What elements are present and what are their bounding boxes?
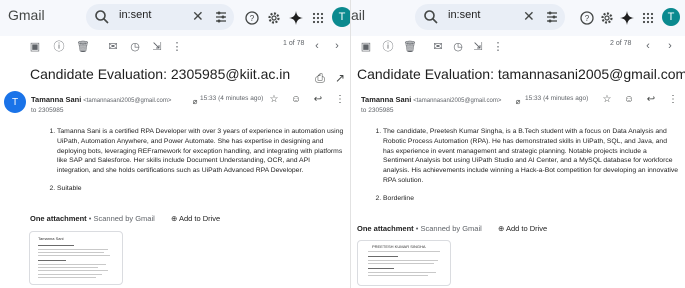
add-to-drive-icon[interactable]: ⊕ [498,224,504,233]
mark-unread-icon[interactable]: ✉ [431,39,445,53]
newer-chevron-icon[interactable]: ‹ [641,39,655,53]
pagination-text: 2 of 78 [610,40,632,47]
reply-icon[interactable]: ↩ [312,93,324,105]
recipient-line[interactable]: to 2305985 [361,107,394,114]
older-chevron-icon[interactable]: › [663,39,677,53]
message-more-icon[interactable]: ⋮ [334,93,346,105]
sender-line: Tamanna Sani <tamannasani2005@gmail.com> [31,95,171,104]
recipient-line[interactable]: to 2305985 [31,107,64,114]
sender-name: Tamanna Sani [31,95,82,104]
search-options-icon[interactable] [214,10,228,24]
report-spam-icon[interactable]: ⓘ [381,39,395,53]
more-options-icon[interactable]: ⋮ [170,39,184,53]
top-bar: Gmail in:sent ✕ ? T [0,0,350,36]
search-icon[interactable] [94,9,110,25]
email-time: 15:33 (4 minutes ago) [525,95,589,102]
sender-email: <tamannasani2005@gmail.com> [83,98,172,104]
help-icon[interactable]: ? [579,10,595,26]
snooze-icon[interactable]: ◷ [128,39,142,53]
snooze-icon[interactable]: ◷ [451,39,465,53]
search-options-icon[interactable] [545,10,559,24]
gmail-logo-text[interactable]: ail [351,7,365,23]
clear-search-icon[interactable]: ✕ [523,8,535,25]
evaluation-list: Tamanna Sani is a certified RPA Develope… [57,127,345,202]
delete-icon[interactable]: 🗑 [76,39,90,53]
email-pane-left: Gmail in:sent ✕ ? T ▣ ⓘ 🗑 ✉ ◷ ⇲ ⋮ 1 of 7… [0,0,350,288]
evaluation-list: The candidate, Preetesh Kumar Singha, is… [383,127,679,212]
add-to-drive-button[interactable]: Add to Drive [179,214,220,223]
emoji-reaction-icon[interactable]: ☺ [290,93,302,105]
settings-gear-icon[interactable] [266,10,282,26]
attachment-count: One attachment [30,214,87,223]
gmail-logo-text[interactable]: Gmail [8,7,45,23]
email-subject: Candidate Evaluation: tamannasani2005@gm… [357,66,685,82]
add-to-drive-button[interactable]: Add to Drive [506,224,547,233]
apps-grid-icon[interactable] [310,10,326,26]
list-item: Borderline [383,194,679,204]
account-avatar[interactable]: T [332,7,350,27]
star-icon[interactable]: ☆ [268,93,280,105]
sender-avatar: T [4,91,26,113]
search-icon[interactable] [423,9,439,25]
account-avatar[interactable]: T [662,8,680,26]
more-options-icon[interactable]: ⋮ [491,39,505,53]
pagination-text: 1 of 78 [283,40,305,47]
thumbnail-title: PREETESH KUMAR SINGHA [372,244,426,249]
email-time: 15:33 (4 minutes ago) [200,95,264,102]
top-bar: ail in:sent ✕ ? T [351,0,685,36]
message-toolbar: ▣ ⓘ 🗑 ✉ ◷ ⇲ ⋮ 1 of 78 ‹ › [0,36,350,56]
sender-name: Tamanna Sani [361,95,412,104]
attachment-thumbnail[interactable]: PREETESH KUMAR SINGHA [357,240,451,286]
emoji-reaction-icon[interactable]: ☺ [623,93,635,105]
attachment-thumbnail[interactable]: Tamanna Sani [29,231,123,285]
star-icon[interactable]: ☆ [601,93,613,105]
search-input[interactable]: in:sent [448,9,480,21]
open-new-window-icon[interactable]: ↗ [332,70,348,86]
older-chevron-icon[interactable]: › [330,39,344,53]
search-box[interactable]: in:sent ✕ [86,4,234,30]
add-to-drive-icon[interactable]: ⊕ [171,214,177,223]
reply-icon[interactable]: ↩ [645,93,657,105]
email-pane-right: ail in:sent ✕ ? T ▣ ⓘ 🗑 ✉ ◷ ⇲ ⋮ 2 of 78 … [350,0,685,288]
report-spam-icon[interactable]: ⓘ [52,39,66,53]
attachment-clip-icon: ⌀ [515,96,521,106]
thumbnail-title: Tamanna Sani [38,236,64,241]
apps-grid-icon[interactable] [640,10,656,26]
scanned-label: Scanned by Gmail [93,214,155,223]
move-to-icon[interactable]: ⇲ [150,39,164,53]
attachment-header: One attachment • Scanned by Gmail ⊕ Add … [30,214,221,223]
list-item: Suitable [57,184,345,194]
help-icon[interactable]: ? [244,10,260,26]
message-toolbar: ▣ ⓘ 🗑 ✉ ◷ ⇲ ⋮ 2 of 78 ‹ › [351,36,685,56]
delete-icon[interactable]: 🗑 [403,39,417,53]
attachment-header: One attachment • Scanned by Gmail ⊕ Add … [357,224,548,233]
attachment-count: One attachment [357,224,414,233]
sender-email: <tamannasani2005@gmail.com> [413,98,502,104]
scanned-label: Scanned by Gmail [420,224,482,233]
search-box[interactable]: in:sent ✕ [415,4,565,30]
list-item: The candidate, Preetesh Kumar Singha, is… [383,127,679,186]
svg-text:?: ? [250,14,255,23]
list-item: Tamanna Sani is a certified RPA Develope… [57,127,345,176]
settings-gear-icon[interactable] [599,10,615,26]
back-archive-icon[interactable]: ▣ [28,39,42,53]
sender-line: Tamanna Sani <tamannasani2005@gmail.com> [361,95,501,104]
gemini-sparkle-icon[interactable] [619,10,635,26]
mark-unread-icon[interactable]: ✉ [106,39,120,53]
newer-chevron-icon[interactable]: ‹ [310,39,324,53]
search-input[interactable]: in:sent [119,9,151,21]
print-icon[interactable]: ⎙ [312,70,328,86]
svg-text:?: ? [585,14,590,23]
message-more-icon[interactable]: ⋮ [667,93,679,105]
email-subject: Candidate Evaluation: 2305985@kiit.ac.in [30,66,291,82]
clear-search-icon[interactable]: ✕ [192,8,204,25]
gemini-sparkle-icon[interactable] [288,10,304,26]
back-archive-icon[interactable]: ▣ [359,39,373,53]
move-to-icon[interactable]: ⇲ [471,39,485,53]
